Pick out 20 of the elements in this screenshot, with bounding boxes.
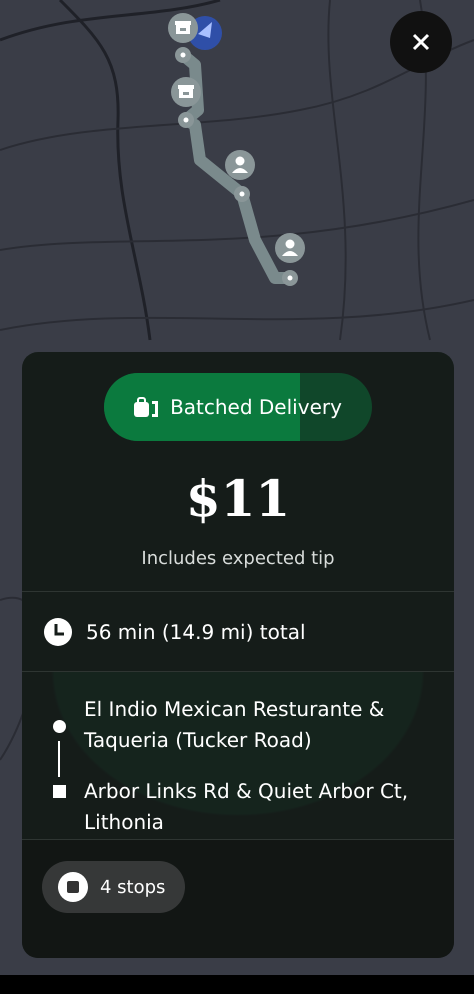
stop-dot-icon — [175, 47, 191, 63]
person-icon[interactable] — [275, 233, 305, 263]
store-icon[interactable] — [171, 77, 201, 107]
stop-dot-icon — [282, 270, 298, 286]
trip-duration: 56 min (14.9 mi) total — [86, 620, 306, 644]
price: $11 — [186, 471, 290, 526]
stop-dot-icon — [178, 112, 194, 128]
stops-button[interactable]: 4 stops — [42, 861, 186, 913]
price-note: Includes expected tip — [141, 548, 335, 569]
route-address: Arbor Links Rd & Quiet Arbor Ct, Lithonia — [84, 778, 409, 836]
pickup-dot-icon — [52, 720, 66, 733]
store-icon[interactable] — [168, 13, 198, 43]
route-address: El Indio Mexican Resturante & Taqueria (Tucker Road) — [84, 696, 386, 754]
clock-icon — [44, 618, 72, 646]
person-icon[interactable] — [225, 150, 255, 180]
dropoff-square-icon — [52, 785, 66, 798]
badge-label: Batched Delivery — [170, 395, 342, 419]
bags-icon — [134, 397, 160, 417]
close-icon — [412, 33, 430, 51]
stop-dot-icon — [234, 186, 250, 202]
